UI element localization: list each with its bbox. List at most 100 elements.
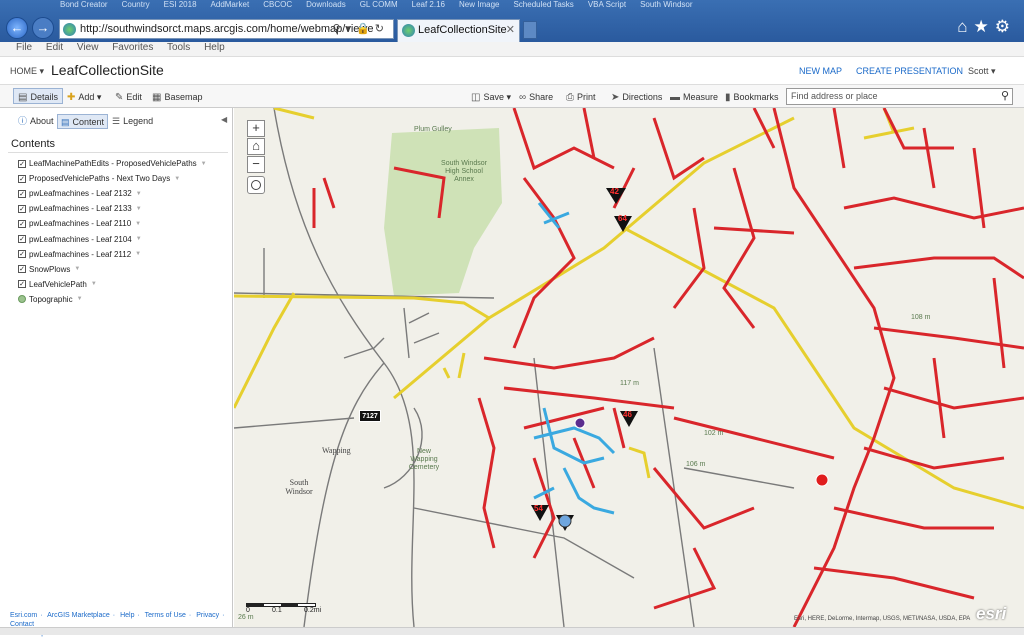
tab-content[interactable]: ▤ Content <box>57 114 109 129</box>
bookmark-item[interactable]: South Windsor <box>640 0 692 9</box>
zoom-in-button[interactable]: + <box>247 120 265 137</box>
menu-favorites[interactable]: Favorites <box>112 42 153 53</box>
layer-checkbox[interactable]: ✓ <box>18 219 26 228</box>
chevron-down-icon[interactable]: ▼ <box>136 191 142 197</box>
layer-item[interactable]: ✓ pwLeafmachines - Leaf 2133 ▼ <box>18 201 207 216</box>
directions-button[interactable]: ➤ Directions <box>611 89 662 105</box>
layer-checkbox[interactable]: ✓ <box>18 250 26 259</box>
map-view[interactable]: + ⌂ − Plum Gulley South Windsor High Sch… <box>234 108 1024 627</box>
footer-link[interactable]: Help <box>120 612 134 619</box>
browser-toolbar-icons[interactable]: ⌂★⚙ <box>957 17 1016 37</box>
layer-checkbox[interactable]: ✓ <box>18 159 26 168</box>
tab-close-icon[interactable]: ✕ <box>506 23 515 36</box>
chevron-down-icon[interactable]: ▼ <box>135 221 141 227</box>
details-icon: ▤ <box>18 92 28 103</box>
menu-edit[interactable]: Edit <box>46 42 63 53</box>
chevron-down-icon[interactable]: ▼ <box>136 236 142 242</box>
search-icon[interactable]: ⚲ <box>1001 89 1009 102</box>
create-presentation-link[interactable]: CREATE PRESENTATION <box>856 66 963 76</box>
layer-item[interactable]: ✓ LeafVehiclePath ▼ <box>18 277 207 292</box>
bookmark-item[interactable]: ESI 2018 <box>164 0 197 9</box>
menu-tools[interactable]: Tools <box>167 42 190 53</box>
bookmark-item[interactable]: Leaf 2.16 <box>412 0 445 9</box>
locate-button[interactable] <box>247 176 265 194</box>
elevation-label: 108 m <box>911 314 931 321</box>
add-button[interactable]: ✚ Add ▾ <box>67 89 101 105</box>
address-bar[interactable]: http://southwindsorct.maps.arcgis.com/ho… <box>59 19 394 39</box>
layer-checkbox[interactable]: ✓ <box>18 189 26 198</box>
collapse-panel-icon[interactable]: ◀ <box>221 115 227 124</box>
menu-help[interactable]: Help <box>204 42 225 53</box>
new-tab-button[interactable] <box>523 21 537 39</box>
forward-button[interactable]: → <box>32 17 54 39</box>
map-toolbar: ▤ Details ✚ Add ▾ ✎ Edit ▦ Basemap ◫ Save ▾ ∞… <box>0 84 1024 108</box>
layer-item[interactable]: ✓ ProposedVehiclePaths - Next Two Days ▼ <box>18 171 207 186</box>
footer-link[interactable]: Privacy <box>196 612 219 619</box>
blue-marker <box>558 514 572 528</box>
tab-legend[interactable]: ☰ Legend <box>109 114 156 129</box>
globe-icon <box>18 295 26 304</box>
print-button[interactable]: ⎙ Print <box>566 89 596 105</box>
bookmark-item[interactable]: Country <box>122 0 150 9</box>
browser-chrome: Bond Creator Country ESI 2018 AddMarket CBCO… <box>0 0 1024 42</box>
layer-item[interactable]: ✓ pwLeafmachines - Leaf 2104 ▼ <box>18 231 207 246</box>
layer-checkbox[interactable]: ✓ <box>18 174 26 183</box>
menu-view[interactable]: View <box>77 42 99 53</box>
contents-panel: ⓘ About ▤ Content ☰ Legend ◀ Contents ✓ Leaf… <box>0 108 233 637</box>
layer-item[interactable]: ✓ pwLeafmachines - Leaf 2110 ▼ <box>18 216 207 231</box>
chevron-down-icon[interactable]: ▼ <box>135 251 141 257</box>
layer-item[interactable]: ✓ pwLeafmachines - Leaf 2132 ▼ <box>18 186 207 201</box>
zoom-out-button[interactable]: − <box>247 156 265 173</box>
layer-checkbox[interactable]: ✓ <box>18 280 26 289</box>
chevron-down-icon[interactable]: ▼ <box>77 296 83 302</box>
search-input[interactable]: Find address or place ⚲ <box>786 88 1013 105</box>
chevron-down-icon[interactable]: ▼ <box>201 161 207 167</box>
footer-link[interactable]: ArcGIS Marketplace <box>47 612 110 619</box>
footer-link[interactable]: Esri.com <box>10 612 37 619</box>
bookmark-item[interactable]: Bond Creator <box>60 0 108 9</box>
bookmark-item[interactable]: GL COMM <box>360 0 398 9</box>
address-tools-icon[interactable]: ⚲▾🔒↻ <box>333 22 390 35</box>
footer-link[interactable]: Terms of Use <box>145 612 186 619</box>
chevron-down-icon[interactable]: ▼ <box>74 266 80 272</box>
layer-item[interactable]: ✓ SnowPlows ▼ <box>18 262 207 277</box>
layer-checkbox[interactable]: ✓ <box>18 265 26 274</box>
measure-button[interactable]: ▬ Measure <box>670 89 718 105</box>
bookmark-item[interactable]: AddMarket <box>211 0 250 9</box>
bookmarks-button[interactable]: ▮ Bookmarks <box>725 89 779 105</box>
scale-label: 0.1 <box>272 607 282 614</box>
bookmark-item[interactable]: Downloads <box>306 0 346 9</box>
layer-item-basemap[interactable]: Topographic ▼ <box>18 292 207 307</box>
bookmark-item[interactable]: CBCOC <box>263 0 292 9</box>
layer-checkbox[interactable]: ✓ <box>18 204 26 213</box>
browser-tab[interactable]: LeafCollectionSite ✕ <box>397 19 520 42</box>
menu-file[interactable]: File <box>16 42 32 53</box>
home-menu[interactable]: HOME ▾ <box>10 66 44 77</box>
bookmark-item[interactable]: New Image <box>459 0 499 9</box>
locate-icon <box>251 180 261 190</box>
tab-about[interactable]: ⓘ About <box>15 114 57 129</box>
save-button[interactable]: ◫ Save ▾ <box>471 89 511 105</box>
new-map-link[interactable]: NEW MAP <box>799 66 842 76</box>
chevron-down-icon[interactable]: ▼ <box>174 176 180 182</box>
user-name: Scott <box>968 66 989 76</box>
home-extent-button[interactable]: ⌂ <box>247 138 265 155</box>
elevation-label: 102 m <box>704 430 724 437</box>
layer-item[interactable]: ✓ pwLeafmachines - Leaf 2112 ▼ <box>18 247 207 262</box>
chevron-down-icon[interactable]: ▼ <box>136 206 142 212</box>
layer-item[interactable]: ✓ LeafMachinePathEdits - ProposedVehicleP… <box>18 156 207 171</box>
vehicle-badge: 42 <box>610 187 619 196</box>
basemap-button[interactable]: ▦ Basemap <box>152 89 202 105</box>
edit-button[interactable]: ✎ Edit <box>115 89 142 105</box>
bookmark-item[interactable]: VBA Script <box>588 0 626 9</box>
back-button[interactable]: ← <box>6 17 28 39</box>
user-menu[interactable]: Scott ▾ <box>968 66 996 77</box>
share-button[interactable]: ∞ Share <box>519 89 553 105</box>
chevron-down-icon[interactable]: ▼ <box>91 281 97 287</box>
details-button[interactable]: ▤ Details <box>13 88 63 104</box>
vehicle-badge: 46 <box>623 410 632 419</box>
home-icon: ⌂ <box>252 138 260 153</box>
bookmark-item[interactable]: Scheduled Tasks <box>513 0 573 9</box>
layer-checkbox[interactable]: ✓ <box>18 235 26 244</box>
url-text: http://southwindsorct.maps.arcgis.com/ho… <box>80 23 374 35</box>
